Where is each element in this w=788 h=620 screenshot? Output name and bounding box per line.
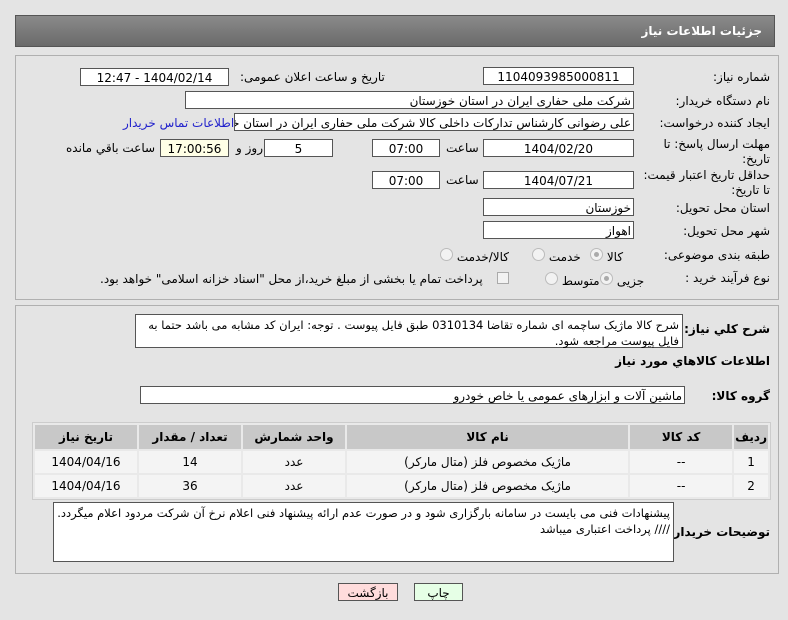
- need-number-label: شماره نیاز:: [713, 70, 770, 84]
- cell-row: 2: [734, 475, 768, 497]
- deadline-time-field: 07:00: [372, 139, 440, 157]
- process-minor-option[interactable]: جزیی: [600, 272, 644, 288]
- city-field: اهواز: [483, 221, 634, 239]
- cell-unit: عدد: [243, 475, 345, 497]
- cell-date: 1404/04/16: [35, 475, 137, 497]
- cell-name: ماژیک مخصوص فلز (متال مارکر): [347, 451, 629, 473]
- col-name: نام کالا: [347, 425, 629, 449]
- deadline-date-field: 1404/02/20: [483, 139, 634, 157]
- buyer-contact-link[interactable]: اطلاعات تماس خریدار: [123, 116, 234, 130]
- category-both-radio[interactable]: [440, 248, 453, 261]
- goods-group-label: گروه کالا:: [711, 389, 770, 403]
- cell-qty: 14: [139, 451, 241, 473]
- table-row: 2 -- ماژیک مخصوص فلز (متال مارکر) عدد 36 1404…: [35, 475, 768, 497]
- cell-qty: 36: [139, 475, 241, 497]
- need-number-field: 1104093985000811: [483, 67, 634, 85]
- col-qty: تعداد / مقدار: [139, 425, 241, 449]
- announce-field: 1404/02/14 - 12:47: [80, 68, 229, 86]
- creator-field: علی رضوانی کارشناس تدارکات داخلی کالا شر…: [234, 113, 634, 131]
- treasury-payment-checkbox[interactable]: [497, 272, 509, 284]
- days-remaining-field: 5: [264, 139, 333, 157]
- buyer-label: نام دستگاه خریدار:: [675, 94, 771, 108]
- category-service-option[interactable]: خدمت: [532, 248, 581, 264]
- description-label: شرح کلي نياز:: [684, 322, 770, 336]
- page-header: جزئیات اطلاعات نیاز: [15, 15, 775, 47]
- announce-label: تاریخ و ساعت اعلان عمومی:: [240, 70, 385, 84]
- back-button[interactable]: بازگشت: [338, 583, 398, 601]
- process-medium-label: متوسط: [561, 274, 600, 288]
- time-remaining-field: 17:00:56: [160, 139, 229, 157]
- category-both-option[interactable]: کالا/خدمت: [440, 248, 509, 264]
- category-service-radio[interactable]: [532, 248, 545, 261]
- goods-section-title: اطلاعات کالاهاي مورد نياز: [615, 354, 770, 368]
- process-minor-label: جزیی: [616, 274, 645, 288]
- province-field: خوزستان: [483, 198, 634, 216]
- category-service-label: خدمت: [548, 250, 581, 264]
- cell-unit: عدد: [243, 451, 345, 473]
- col-date: تاریخ نیاز: [35, 425, 137, 449]
- process-minor-radio[interactable]: [600, 272, 613, 285]
- validity-label: حداقل تاریخ اعتبار قیمت: تا تاریخ:: [643, 168, 770, 197]
- category-goods-option[interactable]: کالا: [590, 248, 623, 264]
- col-unit: واحد شمارش: [243, 425, 345, 449]
- category-label: طبقه بندی موضوعی:: [663, 248, 770, 262]
- cell-date: 1404/04/16: [35, 451, 137, 473]
- days-label: روز و: [236, 141, 263, 155]
- validity-time-field: 07:00: [372, 171, 440, 189]
- process-medium-option[interactable]: متوسط: [545, 272, 600, 288]
- deadline-label: مهلت ارسال پاسخ: تا تاریخ:: [663, 137, 770, 166]
- goods-group-field: ماشین آلات و ابزارهای عمومی یا خاص خودرو: [140, 386, 685, 404]
- cell-code: --: [630, 475, 733, 497]
- table-row: 1 -- ماژیک مخصوص فلز (متال مارکر) عدد 14 1404…: [35, 451, 768, 473]
- category-goods-label: کالا: [606, 250, 624, 264]
- col-row: ردیف: [734, 425, 768, 449]
- deadline-hour-label: ساعت: [446, 141, 479, 155]
- buyer-notes-textarea[interactable]: پیشنهادات فنی می بایست در سامانه بارگزار…: [53, 502, 674, 562]
- cell-name: ماژیک مخصوص فلز (متال مارکر): [347, 475, 629, 497]
- description-textarea[interactable]: شرح کالا ماژیک ساچمه ای شماره تقاضا 0310…: [135, 314, 683, 348]
- category-both-label: کالا/خدمت: [456, 250, 510, 264]
- province-label: استان محل تحویل:: [675, 201, 770, 215]
- cell-code: --: [630, 451, 733, 473]
- process-label: نوع فرآیند خرید :: [685, 271, 770, 285]
- category-goods-radio[interactable]: [590, 248, 603, 261]
- cell-row: 1: [734, 451, 768, 473]
- validity-date-field: 1404/07/21: [483, 171, 634, 189]
- city-label: شهر محل تحویل:: [683, 224, 770, 238]
- goods-table-wrapper: ردیف کد کالا نام کالا واحد شمارش تعداد /…: [32, 422, 771, 500]
- page-title: جزئیات اطلاعات نیاز: [641, 24, 762, 38]
- time-remaining-label: ساعت باقي مانده: [66, 141, 156, 155]
- goods-table: ردیف کد کالا نام کالا واحد شمارش تعداد /…: [33, 423, 770, 499]
- creator-label: ایجاد کننده درخواست:: [659, 116, 770, 130]
- buyer-field: شرکت ملی حفاری ایران در استان خوزستان: [185, 91, 634, 109]
- validity-hour-label: ساعت: [446, 173, 479, 187]
- print-button[interactable]: چاپ: [414, 583, 463, 601]
- buyer-notes-label: توضیحات خریدار:: [668, 525, 770, 539]
- treasury-payment-label: پرداخت تمام یا بخشی از مبلغ خرید،از محل …: [100, 272, 483, 286]
- col-code: کد کالا: [630, 425, 733, 449]
- process-medium-radio[interactable]: [545, 272, 558, 285]
